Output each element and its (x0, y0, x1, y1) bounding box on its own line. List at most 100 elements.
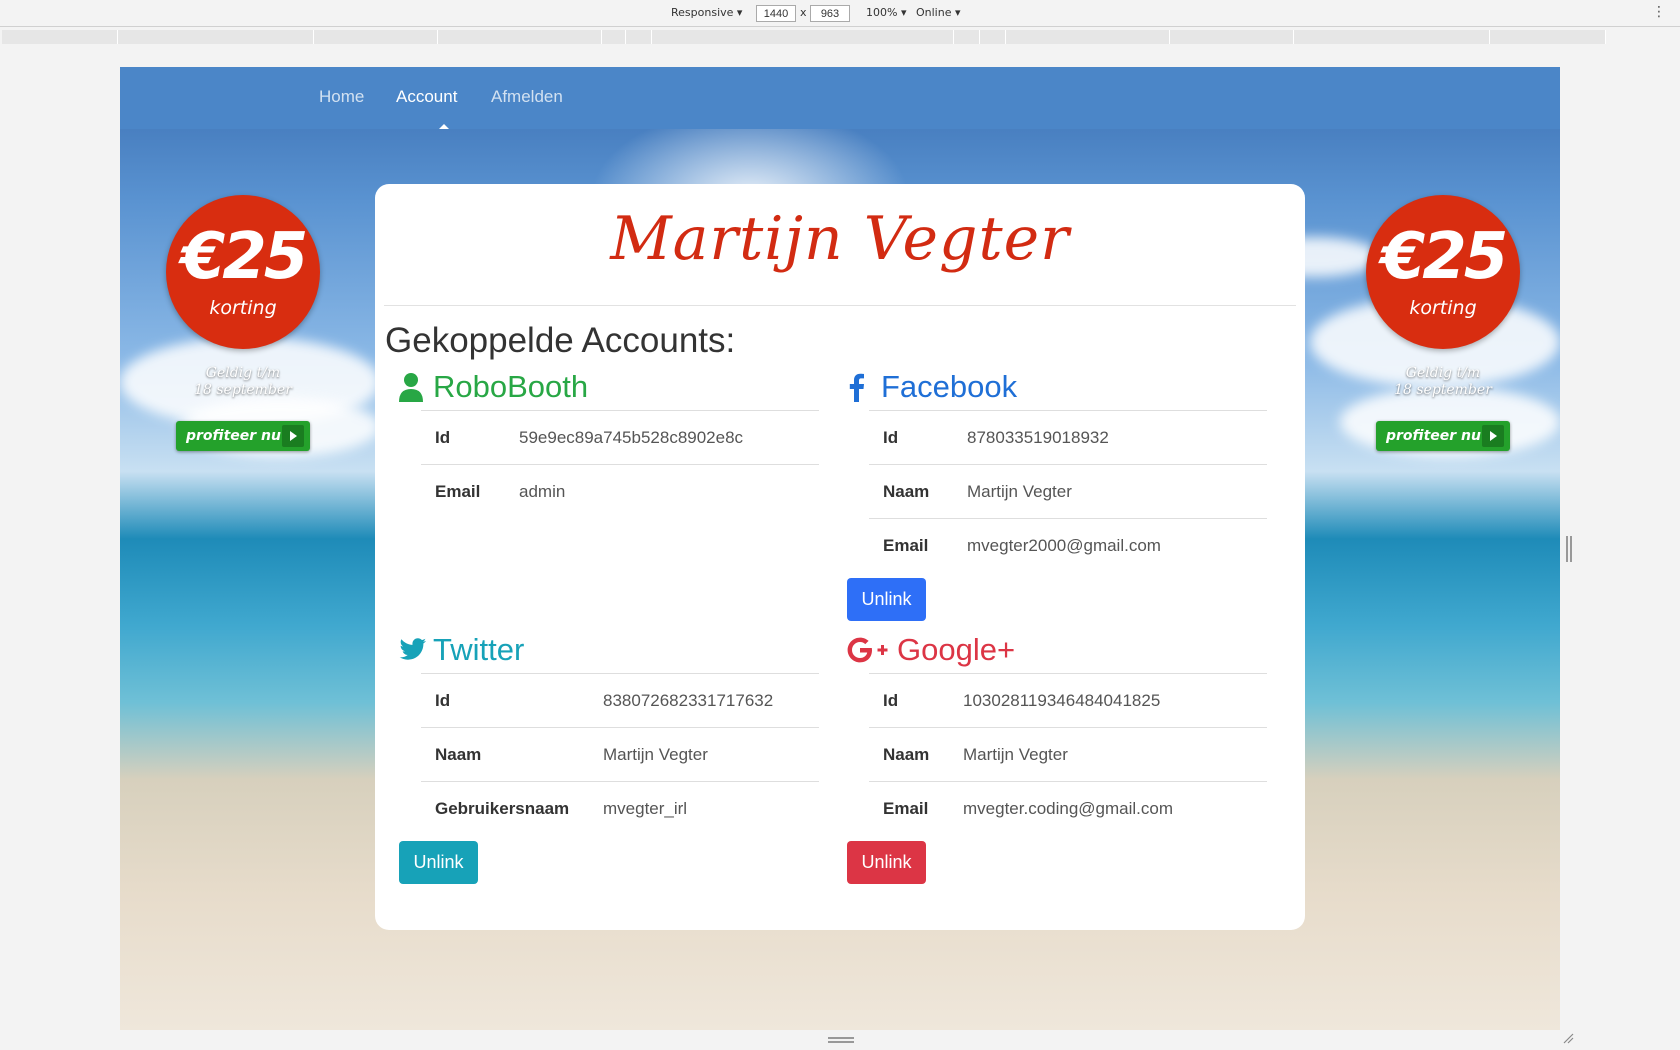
robobooth-section: RoboBooth Id 59e9ec89a745b528c8902e8c Ema… (399, 364, 819, 518)
device-label: Responsive (671, 6, 734, 19)
google-plus-section: Google+ Id 103028119346484041825 Naam Mart… (847, 627, 1267, 884)
row-value: Martijn Vegter (963, 744, 1068, 764)
play-arrow-icon (282, 425, 304, 447)
google-plus-icon (847, 633, 891, 667)
row-value: mvegter_irl (603, 798, 688, 818)
profiteer-nu-button[interactable]: profiteer nu (176, 421, 310, 451)
row-label: Email (883, 798, 929, 818)
facebook-title: Facebook (881, 369, 1018, 404)
table-row: Email mvegter2000@gmail.com (869, 518, 1267, 572)
row-label: Email (435, 481, 481, 501)
row-value: 59e9ec89a745b528c8902e8c (519, 427, 744, 447)
promo-validity-line1: Geldig t/m (205, 365, 281, 381)
promo-validity-line2: 18 september (1394, 382, 1492, 398)
twitter-section: Twitter Id 838072682331717632 Naam Martijn… (399, 627, 819, 884)
table-row: Naam Martijn Vegter (869, 727, 1267, 781)
page-viewport: Home Account Afmelden €25 korting Geldig… (120, 67, 1560, 1030)
table-row: Id 59e9ec89a745b528c8902e8c (421, 410, 819, 464)
row-value: Martijn Vegter (603, 744, 708, 764)
facebook-icon (847, 370, 875, 404)
row-label: Id (883, 427, 899, 447)
robobooth-title: RoboBooth (433, 369, 589, 404)
viewport-resize-handle-bottom[interactable] (828, 1037, 854, 1043)
top-navbar: Home Account Afmelden (120, 67, 1560, 129)
dimension-separator: x (800, 6, 807, 19)
user-icon (399, 370, 427, 404)
robobooth-header: RoboBooth (399, 364, 819, 410)
facebook-unlink-button[interactable]: Unlink (847, 578, 926, 621)
more-options-icon[interactable]: ⋮ (1652, 4, 1666, 20)
profiteer-nu-label: profiteer nu (1386, 428, 1481, 444)
row-label: Naam (883, 481, 930, 501)
google-plus-title: Google+ (897, 632, 1016, 667)
table-row: Id 838072682331717632 (421, 673, 819, 727)
promo-badge-left[interactable]: €25 korting Geldig t/m 18 september prof… (163, 195, 323, 451)
google-plus-header: Google+ (847, 627, 1267, 673)
table-row: Id 878033519018932 (869, 410, 1267, 464)
row-value: admin (519, 481, 566, 501)
promo-validity: Geldig t/m 18 september (1363, 365, 1523, 399)
promo-badge-right[interactable]: €25 korting Geldig t/m 18 september prof… (1363, 195, 1523, 451)
twitter-unlink-button[interactable]: Unlink (399, 841, 478, 884)
facebook-table: Id 878033519018932 Naam Martijn Vegter Ema… (869, 410, 1267, 572)
nav-account[interactable]: Account (396, 87, 457, 107)
account-card: Martijn Vegter Gekoppelde Accounts: Robo… (375, 184, 1305, 930)
network-label: Online (916, 6, 952, 19)
row-label: Gebruikersnaam (435, 798, 570, 818)
discount-amount: €25 (180, 220, 309, 294)
twitter-header: Twitter (399, 627, 819, 673)
media-query-bar[interactable] (0, 28, 1680, 46)
discount-amount: €25 (1380, 220, 1509, 294)
table-row: Id 103028119346484041825 (869, 673, 1267, 727)
row-value: 838072682331717632 (603, 690, 774, 710)
viewport-height-input[interactable] (810, 5, 850, 22)
row-label: Naam (435, 744, 482, 764)
row-value: 878033519018932 (967, 427, 1109, 447)
discount-label: korting (1409, 297, 1477, 319)
row-value: 103028119346484041825 (963, 690, 1161, 710)
row-label: Email (883, 535, 929, 555)
zoom-label: 100% (866, 6, 898, 19)
robobooth-table: Id 59e9ec89a745b528c8902e8c Email admin (421, 410, 819, 518)
table-row: Gebruikersnaam mvegter_irl (421, 781, 819, 835)
profiteer-nu-label: profiteer nu (186, 428, 281, 444)
play-arrow-icon (1482, 425, 1504, 447)
profiteer-nu-button[interactable]: profiteer nu (1376, 421, 1510, 451)
twitter-table: Id 838072682331717632 Naam Martijn Vegter … (421, 673, 819, 835)
promo-validity-line2: 18 september (194, 382, 292, 398)
table-row: Naam Martijn Vegter (421, 727, 819, 781)
devtools-toolbar: Responsive ▾ x 100% ▾ Online ▾ ⋮ (0, 0, 1680, 27)
row-value: mvegter.coding@gmail.com (963, 798, 1174, 818)
viewport-resize-corner-icon[interactable] (1562, 1032, 1574, 1044)
nav-home[interactable]: Home (319, 87, 364, 107)
linked-accounts-heading: Gekoppelde Accounts: (385, 321, 736, 360)
table-row: Naam Martijn Vegter (869, 464, 1267, 518)
viewport-width-input[interactable] (756, 5, 796, 22)
network-throttle-selector[interactable]: Online ▾ (916, 6, 961, 19)
facebook-header: Facebook (847, 364, 1267, 410)
nav-afmelden[interactable]: Afmelden (491, 87, 563, 107)
google-plus-table: Id 103028119346484041825 Naam Martijn Vegt… (869, 673, 1267, 835)
table-row: Email mvegter.coding@gmail.com (869, 781, 1267, 835)
google-plus-unlink-button[interactable]: Unlink (847, 841, 926, 884)
viewport-resize-handle-right[interactable] (1566, 536, 1572, 562)
active-nav-indicator (439, 124, 449, 129)
row-label: Naam (883, 744, 930, 764)
row-value: mvegter2000@gmail.com (967, 535, 1161, 555)
discount-circle: €25 korting (1366, 195, 1520, 349)
table-row: Email admin (421, 464, 819, 518)
discount-circle: €25 korting (166, 195, 320, 349)
row-label: Id (435, 690, 451, 710)
promo-validity-line1: Geldig t/m (1405, 365, 1481, 381)
twitter-icon (399, 633, 427, 667)
device-selector[interactable]: Responsive ▾ (671, 6, 742, 19)
user-name-title: Martijn Vegter (610, 204, 1070, 274)
divider (384, 305, 1296, 306)
discount-label: korting (209, 297, 277, 319)
facebook-section: Facebook Id 878033519018932 Naam Martijn V… (847, 364, 1267, 621)
promo-validity: Geldig t/m 18 september (163, 365, 323, 399)
twitter-title: Twitter (433, 632, 525, 667)
zoom-selector[interactable]: 100% ▾ (866, 6, 906, 19)
row-label: Id (435, 427, 451, 447)
row-value: Martijn Vegter (967, 481, 1072, 501)
